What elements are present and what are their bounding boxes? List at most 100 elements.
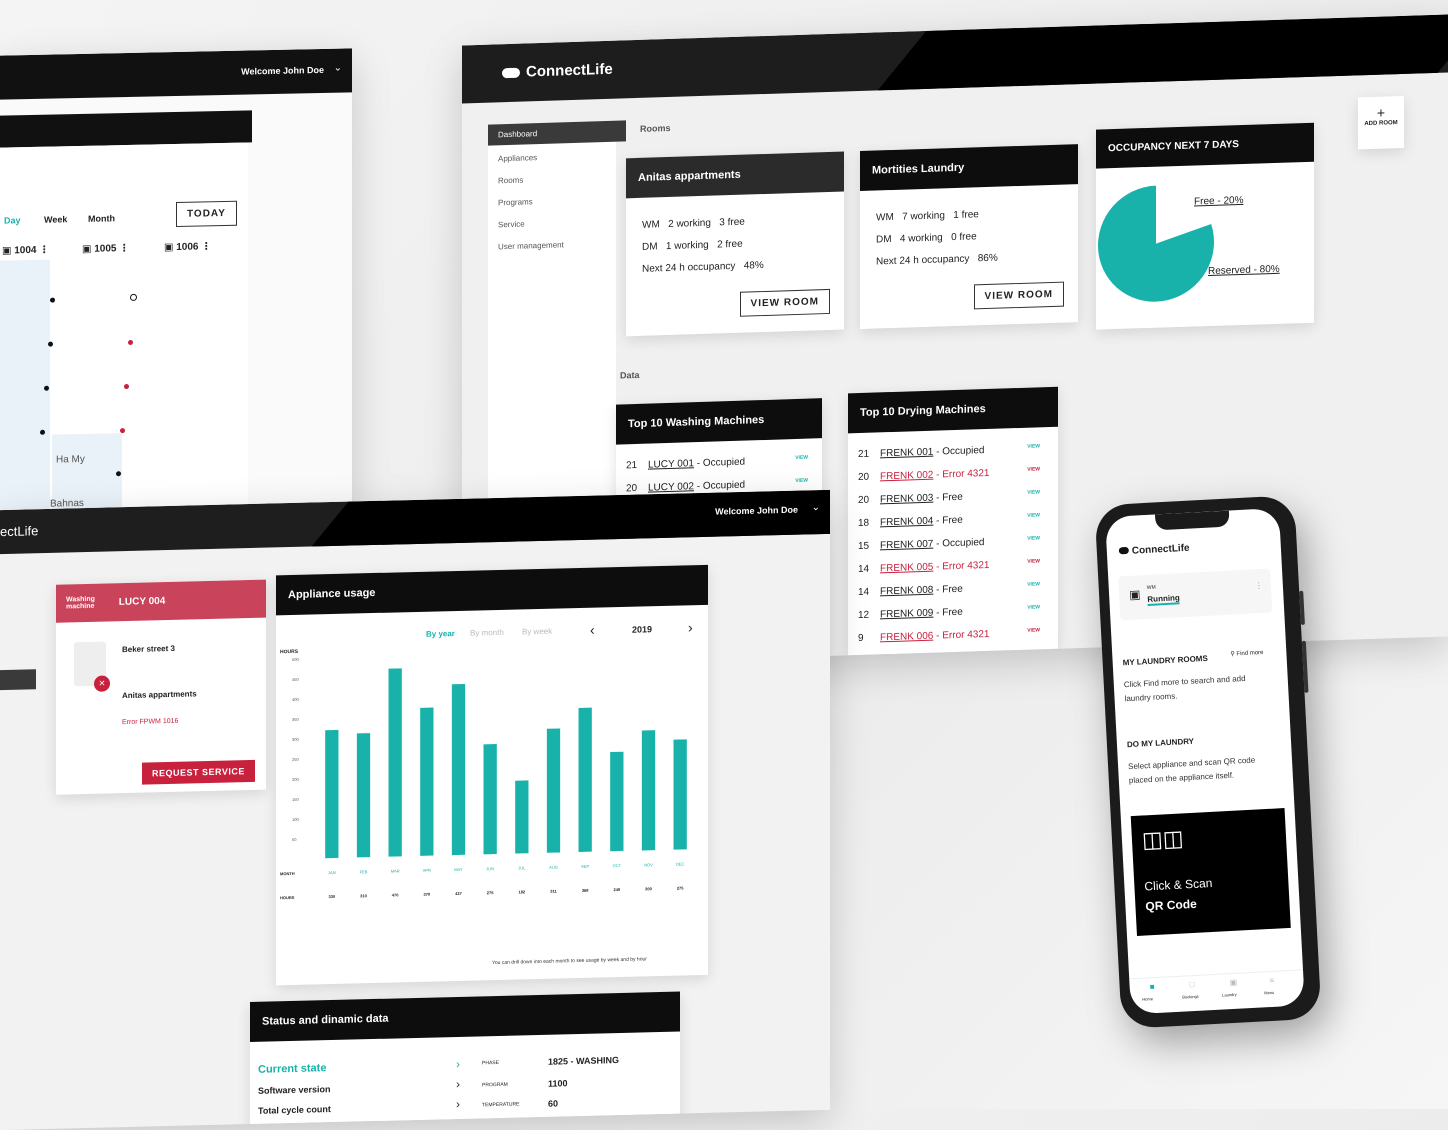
column-header[interactable]: ▣ 1005 ⋮ bbox=[82, 243, 129, 255]
machine-row[interactable]: 14 FRENK 005 - Error 4321 VIEW bbox=[858, 558, 1044, 575]
chart-bar[interactable] bbox=[356, 733, 371, 858]
view-link[interactable]: VIEW bbox=[1027, 627, 1040, 633]
chart-bar[interactable] bbox=[325, 729, 339, 859]
chart-bar[interactable] bbox=[420, 707, 434, 856]
chart-bar[interactable] bbox=[673, 739, 687, 850]
tab-month[interactable]: Month bbox=[88, 213, 115, 224]
tab-day[interactable]: Day bbox=[4, 215, 21, 225]
chevron-down-icon[interactable]: ⌄ bbox=[334, 63, 342, 74]
view-link[interactable]: VIEW bbox=[1027, 489, 1040, 495]
machine-name[interactable]: FRENK 003 bbox=[880, 493, 933, 506]
add-room-button[interactable]: + ADD ROOM bbox=[1358, 95, 1404, 150]
nav-home-icon[interactable]: ■ bbox=[1149, 982, 1154, 991]
machine-name[interactable]: FRENK 002 bbox=[880, 470, 933, 483]
machine-row[interactable]: 12 FRENK 009 - Free VIEW bbox=[858, 604, 1044, 621]
machine-name[interactable]: FRENK 001 bbox=[880, 447, 933, 460]
view-link[interactable]: VIEW bbox=[795, 478, 808, 484]
phone-notch bbox=[1154, 510, 1230, 531]
sidebar-item-dashboard[interactable]: Dashboard bbox=[488, 120, 626, 146]
data-row-label: HOURS bbox=[280, 895, 295, 900]
nav-laundry-label[interactable]: Laundry bbox=[1222, 992, 1237, 998]
scan-line-1: Click & Scan bbox=[1144, 875, 1213, 894]
sidebar-item-appliances[interactable]: Appliances bbox=[498, 153, 537, 163]
status-item-software[interactable]: Software version bbox=[258, 1084, 331, 1096]
view-room-button[interactable]: VIEW ROOM bbox=[739, 288, 830, 317]
chart-bar[interactable] bbox=[610, 751, 624, 852]
usage-count: 7 bbox=[858, 655, 864, 668]
chart-bar[interactable] bbox=[451, 683, 466, 856]
machine-row[interactable]: 7 FRENK 010 - Error 4321 VIEW bbox=[858, 650, 1044, 667]
view-link[interactable]: VIEW bbox=[1027, 466, 1040, 472]
view-link[interactable]: VIEW bbox=[795, 455, 808, 461]
chart-bar[interactable] bbox=[515, 780, 529, 854]
usage-count: 12 bbox=[858, 609, 870, 622]
wm-label: WM bbox=[876, 211, 894, 224]
tab-week[interactable]: Week bbox=[44, 214, 67, 224]
nav-menu-icon[interactable]: ≡ bbox=[1269, 976, 1274, 985]
request-service-button[interactable]: REQUEST SERVICE bbox=[142, 759, 255, 785]
chart-bar[interactable] bbox=[483, 744, 497, 855]
chart-bar[interactable] bbox=[546, 728, 561, 853]
x-tick-label: NOV bbox=[644, 862, 653, 867]
machine-name[interactable]: FRENK 008 bbox=[880, 585, 933, 598]
machine-row[interactable]: 18 FRENK 004 - Free VIEW bbox=[858, 512, 1044, 529]
sidebar-item-service[interactable]: Service bbox=[498, 220, 525, 230]
machine-name[interactable]: FRENK 004 bbox=[880, 516, 933, 529]
view-link[interactable]: VIEW bbox=[1027, 443, 1040, 449]
sidebar-item-user-management[interactable]: User management bbox=[498, 240, 564, 251]
nav-laundry-icon[interactable]: ▣ bbox=[1229, 978, 1237, 987]
sidebar-item-programs[interactable]: Programs bbox=[498, 197, 533, 207]
chart-bar[interactable] bbox=[578, 707, 592, 853]
wm-stats: WM 7 working 1 free bbox=[876, 209, 979, 223]
phone-brand[interactable]: ConnectLife bbox=[1118, 543, 1190, 558]
find-more-link[interactable]: ⚲ Find more bbox=[1230, 649, 1263, 658]
view-link[interactable]: VIEW bbox=[1027, 558, 1040, 564]
machine-name[interactable]: LUCY 002 bbox=[648, 481, 694, 493]
machine-row[interactable]: 14 FRENK 008 - Free VIEW bbox=[858, 581, 1044, 598]
brand-logo[interactable]: ConnectLife bbox=[502, 61, 613, 81]
view-link[interactable]: VIEW bbox=[1027, 512, 1040, 518]
wm-label: WM bbox=[642, 219, 660, 231]
chevron-down-icon[interactable]: ⌄ bbox=[812, 502, 820, 513]
chart-bar[interactable] bbox=[641, 730, 656, 851]
brand-name[interactable]: ectLife bbox=[0, 523, 38, 539]
view-link[interactable]: VIEW bbox=[1027, 650, 1040, 656]
view-link[interactable]: VIEW bbox=[1027, 604, 1040, 610]
data-label: 275 bbox=[487, 890, 494, 895]
machine-name[interactable]: FRENK 010 bbox=[880, 654, 933, 667]
chevron-right-icon[interactable]: › bbox=[456, 1077, 460, 1091]
view-room-button[interactable]: VIEW ROOM bbox=[973, 281, 1064, 310]
nav-bookings-label[interactable]: Bookings bbox=[1182, 994, 1199, 1000]
nav-home-label[interactable]: Home bbox=[1142, 996, 1153, 1002]
data-label: 311 bbox=[550, 889, 557, 894]
column-header[interactable]: ▣ 1006 ⋮ bbox=[164, 241, 211, 253]
sidebar-item-rooms[interactable]: Rooms bbox=[498, 176, 523, 186]
running-appliance-card[interactable]: ▣ WM Running ⋮ bbox=[1118, 568, 1273, 621]
view-link[interactable]: VIEW bbox=[1027, 535, 1040, 541]
view-link[interactable]: VIEW bbox=[1027, 581, 1040, 587]
chevron-right-icon[interactable]: › bbox=[456, 1057, 460, 1071]
machine-row[interactable]: 21 LUCY 001 - Occupied VIEW bbox=[626, 454, 812, 472]
machine-status: - Free bbox=[933, 606, 963, 619]
status-item-cycles[interactable]: Total cycle count bbox=[258, 1104, 331, 1116]
machine-row[interactable]: 15 FRENK 007 - Occupied VIEW bbox=[858, 535, 1044, 552]
chart-bar[interactable] bbox=[388, 668, 402, 857]
today-button[interactable]: TODAY bbox=[176, 200, 237, 227]
machine-row[interactable]: 20 FRENK 002 - Error 4321 VIEW bbox=[858, 466, 1044, 483]
occupancy-value: 86% bbox=[977, 252, 998, 265]
click-scan-button[interactable]: ◫◫ Click & Scan QR Code bbox=[1130, 808, 1291, 936]
nav-menu-label[interactable]: Menu bbox=[1264, 990, 1274, 996]
sidebar-active-item[interactable] bbox=[0, 669, 36, 691]
more-icon[interactable]: ⋮ bbox=[1255, 581, 1263, 590]
machine-row[interactable]: 21 FRENK 001 - Occupied VIEW bbox=[858, 443, 1044, 460]
machine-name[interactable]: FRENK 005 bbox=[880, 562, 933, 575]
machine-name[interactable]: FRENK 006 bbox=[880, 631, 933, 644]
status-item-current-state[interactable]: Current state bbox=[258, 1062, 326, 1076]
nav-bookings-icon[interactable]: □ bbox=[1189, 980, 1194, 989]
machine-name[interactable]: LUCY 001 bbox=[648, 458, 694, 470]
machine-name[interactable]: FRENK 007 bbox=[880, 539, 933, 552]
column-header[interactable]: ▣ 1004 ⋮ bbox=[2, 245, 49, 257]
machine-row[interactable]: 20 FRENK 003 - Free VIEW bbox=[858, 489, 1044, 506]
machine-row[interactable]: 9 FRENK 006 - Error 4321 VIEW bbox=[858, 627, 1044, 644]
machine-name[interactable]: FRENK 009 bbox=[880, 608, 933, 621]
